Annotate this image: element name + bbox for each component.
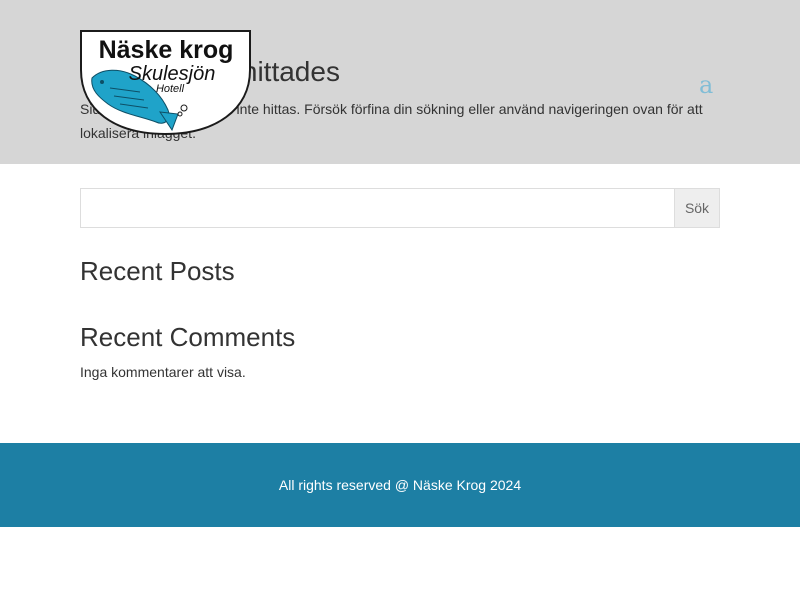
- search-button[interactable]: Sök: [674, 188, 720, 228]
- site-logo[interactable]: Näske krog Skulesjön Hotell: [80, 30, 251, 135]
- recent-comments-heading: Recent Comments: [80, 322, 296, 352]
- footer: All rights reserved @ Näske Krog 2024: [0, 443, 800, 527]
- recent-posts-heading: Recent Posts: [80, 256, 235, 286]
- logo-graphic: Näske krog Skulesjön Hotell: [80, 30, 251, 135]
- search-input[interactable]: [80, 188, 675, 228]
- logo-text-line3: Hotell: [156, 83, 185, 95]
- search-icon[interactable]: a: [699, 70, 717, 100]
- footer-copyright: All rights reserved @ Näske Krog 2024: [278, 477, 522, 493]
- no-comments-text: Inga kommentarer att visa.: [80, 364, 246, 380]
- search-form: Sök: [80, 188, 720, 228]
- logo-text-line2: Skulesjön: [129, 63, 216, 85]
- logo-text-line1: Näske krog: [99, 36, 234, 64]
